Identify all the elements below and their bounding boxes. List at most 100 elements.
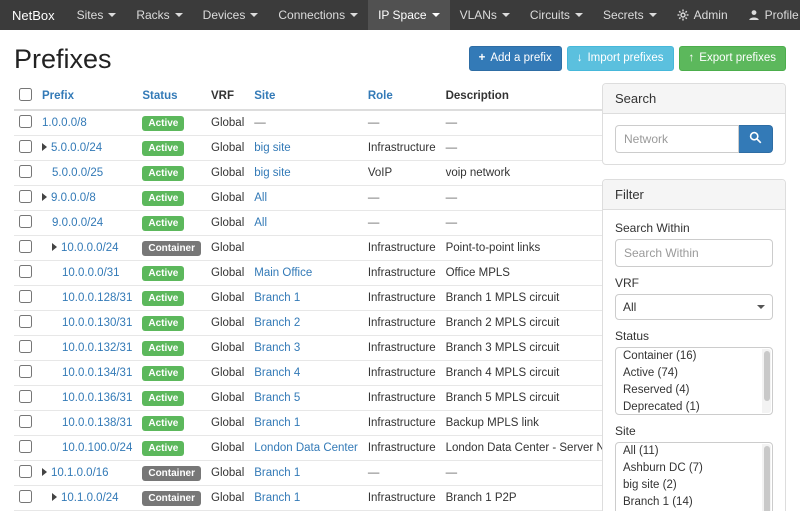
row-checkbox[interactable]: [19, 365, 32, 378]
nav-item-circuits[interactable]: Circuits: [520, 0, 593, 30]
export-prefixes-button[interactable]: ↑ Export prefixes: [679, 46, 786, 71]
prefix-link[interactable]: 9.0.0.0/8: [51, 192, 96, 204]
site-option[interactable]: Ashburn DC (7): [616, 460, 772, 477]
site-link[interactable]: Branch 3: [254, 342, 300, 354]
status-badge: Active: [142, 266, 184, 281]
prefix-link[interactable]: 10.0.0.0/24: [61, 242, 119, 254]
nav-item-racks[interactable]: Racks: [126, 0, 192, 30]
site-link[interactable]: —: [254, 117, 266, 129]
prefix-link[interactable]: 10.0.0.130/31: [62, 317, 132, 329]
site-link[interactable]: Branch 1: [254, 492, 300, 504]
prefix-link[interactable]: 10.0.0.134/31: [62, 367, 132, 379]
row-checkbox[interactable]: [19, 265, 32, 278]
search-within-input[interactable]: [615, 239, 773, 267]
sort-header-prefix[interactable]: Prefix: [42, 90, 74, 102]
prefix-link[interactable]: 5.0.0.0/25: [52, 167, 103, 179]
row-checkbox[interactable]: [19, 340, 32, 353]
vrf-cell: Global: [206, 261, 249, 286]
row-checkbox[interactable]: [19, 165, 32, 178]
site-link[interactable]: Branch 5: [254, 392, 300, 404]
prefix-link[interactable]: 10.1.0.0/16: [51, 467, 109, 479]
row-checkbox[interactable]: [19, 190, 32, 203]
site-link[interactable]: All: [254, 192, 267, 204]
status-filter-label: Status: [615, 329, 773, 343]
admin-link[interactable]: Admin: [667, 0, 738, 30]
add-prefix-button[interactable]: + Add a prefix: [469, 46, 562, 71]
row-checkbox[interactable]: [19, 390, 32, 403]
row-checkbox[interactable]: [19, 465, 32, 478]
status-option[interactable]: Container (16): [616, 348, 772, 365]
prefix-link[interactable]: 10.1.0.0/24: [61, 492, 119, 504]
site-link[interactable]: Branch 1: [254, 292, 300, 304]
row-checkbox[interactable]: [19, 240, 32, 253]
table-row: 10.0.0.0/31 Active Global Main Office In…: [14, 261, 644, 286]
site-link[interactable]: Branch 4: [254, 367, 300, 379]
table-header-row: Prefix Status VRF Site Role Description: [14, 83, 644, 110]
search-button[interactable]: [739, 125, 773, 153]
status-badge: Active: [142, 141, 184, 156]
prefix-link[interactable]: 10.0.0.132/31: [62, 342, 132, 354]
vrf-cell: Global: [206, 211, 249, 236]
status-multiselect[interactable]: Container (16) Active (74) Reserved (4) …: [615, 347, 773, 415]
site-link[interactable]: All: [254, 217, 267, 229]
site-link[interactable]: Branch 1: [254, 467, 300, 479]
nav-item-devices[interactable]: Devices: [193, 0, 269, 30]
vrf-select[interactable]: All: [615, 294, 773, 320]
prefix-link[interactable]: 10.0.100.0/24: [62, 442, 132, 454]
prefix-link[interactable]: 1.0.0.0/8: [42, 117, 87, 129]
site-multiselect[interactable]: All (11) Ashburn DC (7) big site (2) Bra…: [615, 442, 773, 511]
table-row: 5.0.0.0/24 Active Global big site Infras…: [14, 136, 644, 161]
site-option[interactable]: All (11): [616, 443, 772, 460]
brand-link[interactable]: NetBox: [0, 0, 67, 30]
row-checkbox[interactable]: [19, 290, 32, 303]
row-checkbox[interactable]: [19, 115, 32, 128]
row-checkbox[interactable]: [19, 140, 32, 153]
table-row: 10.0.100.0/24 Active Global London Data …: [14, 436, 644, 461]
nav-item-connections[interactable]: Connections: [268, 0, 368, 30]
expand-caret-icon: [52, 493, 57, 501]
sort-header-role[interactable]: Role: [368, 90, 393, 102]
status-badge: Active: [142, 216, 184, 231]
nav-item-ip-space[interactable]: IP Space: [368, 0, 449, 30]
site-link[interactable]: big site: [254, 142, 290, 154]
table-row: 10.0.0.134/31 Active Global Branch 4 Inf…: [14, 361, 644, 386]
site-link[interactable]: London Data Center: [254, 442, 358, 454]
row-checkbox[interactable]: [19, 490, 32, 503]
role-cell: Infrastructure: [363, 361, 441, 386]
row-checkbox[interactable]: [19, 440, 32, 453]
import-prefixes-button[interactable]: ↓ Import prefixes: [567, 46, 674, 71]
row-checkbox[interactable]: [19, 315, 32, 328]
prefix-link[interactable]: 10.0.0.138/31: [62, 417, 132, 429]
prefix-link[interactable]: 10.0.0.128/31: [62, 292, 132, 304]
site-link[interactable]: big site: [254, 167, 290, 179]
nav-item-vlans[interactable]: VLANs: [450, 0, 520, 30]
row-checkbox[interactable]: [19, 415, 32, 428]
site-option[interactable]: Branch 1 (14): [616, 494, 772, 511]
status-option[interactable]: Reserved (4): [616, 382, 772, 399]
site-link[interactable]: Main Office: [254, 267, 312, 279]
site-option[interactable]: big site (2): [616, 477, 772, 494]
scrollbar[interactable]: [762, 444, 771, 511]
status-option[interactable]: Active (74): [616, 365, 772, 382]
prefix-link[interactable]: 5.0.0.0/24: [51, 142, 102, 154]
site-link[interactable]: Branch 2: [254, 317, 300, 329]
search-input[interactable]: [615, 125, 739, 153]
scrollbar[interactable]: [762, 349, 771, 413]
upload-icon: ↑: [689, 51, 695, 66]
prefix-link[interactable]: 10.0.0.0/31: [62, 267, 120, 279]
sort-header-status[interactable]: Status: [142, 90, 177, 102]
nav-item-secrets[interactable]: Secrets: [593, 0, 667, 30]
profile-link[interactable]: Profile: [738, 0, 800, 30]
row-checkbox[interactable]: [19, 215, 32, 228]
prefix-link[interactable]: 9.0.0.0/24: [52, 217, 103, 229]
status-badge: Active: [142, 416, 184, 431]
select-all-checkbox[interactable]: [19, 88, 32, 101]
role-cell: —: [363, 211, 441, 236]
prefixes-table: Prefix Status VRF Site Role Description …: [14, 83, 644, 511]
site-link[interactable]: Branch 1: [254, 417, 300, 429]
prefix-link[interactable]: 10.0.0.136/31: [62, 392, 132, 404]
nav-item-sites[interactable]: Sites: [67, 0, 127, 30]
sort-header-site[interactable]: Site: [254, 90, 275, 102]
status-option[interactable]: Deprecated (1): [616, 399, 772, 415]
download-icon: ↓: [577, 51, 583, 66]
